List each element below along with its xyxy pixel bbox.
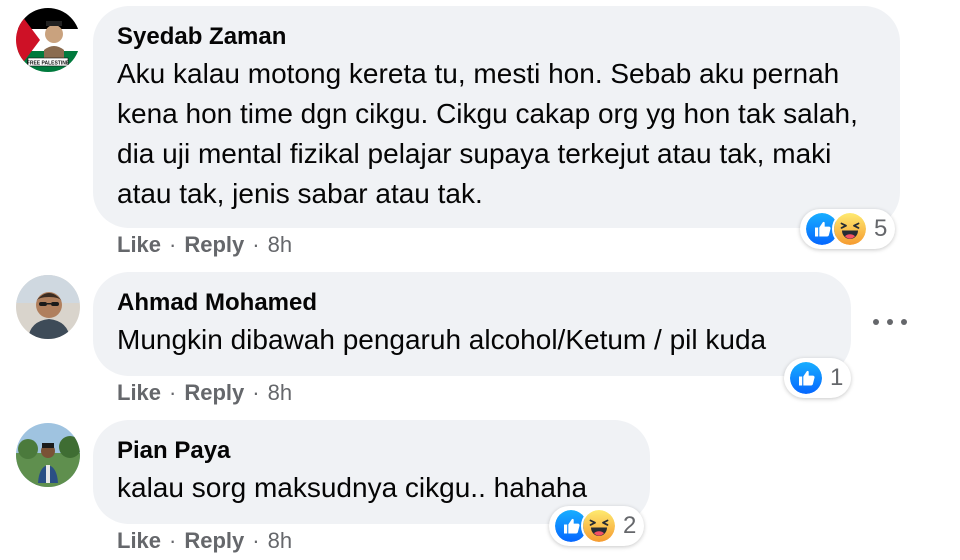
like-icon <box>788 360 824 396</box>
comment-author[interactable]: Pian Paya <box>117 436 626 466</box>
reaction-count: 5 <box>874 215 888 242</box>
reaction-count: 2 <box>623 512 637 539</box>
more-options-icon[interactable] <box>873 310 907 334</box>
reactions-summary[interactable]: 2 <box>549 506 645 546</box>
separator: · <box>169 380 177 405</box>
separator: · <box>252 232 260 257</box>
like-button[interactable]: Like <box>117 528 161 553</box>
timestamp[interactable]: 8h <box>268 232 292 257</box>
timestamp[interactable]: 8h <box>268 380 292 405</box>
comment-text: Aku kalau motong kereta tu, mesti hon. S… <box>117 58 858 209</box>
comment-author[interactable]: Ahmad Mohamed <box>117 288 827 318</box>
avatar[interactable]: FREE PALESTINE <box>16 8 80 72</box>
reactions-summary[interactable]: 5 <box>800 209 896 249</box>
comment-actions: Like · Reply · 8h <box>117 232 292 258</box>
haha-icon <box>581 508 617 544</box>
separator: · <box>169 232 177 257</box>
comment-bubble: Syedab Zaman Aku kalau motong kereta tu,… <box>93 6 900 228</box>
reply-button[interactable]: Reply <box>184 232 244 257</box>
dot <box>873 319 879 325</box>
dot <box>901 319 907 325</box>
separator: · <box>252 380 260 405</box>
timestamp[interactable]: 8h <box>268 528 292 553</box>
haha-icon <box>832 211 868 247</box>
comment-actions: Like · Reply · 8h <box>117 380 292 406</box>
comment-author[interactable]: Syedab Zaman <box>117 22 876 52</box>
comment-bubble: Ahmad Mohamed Mungkin dibawah pengaruh a… <box>93 272 851 376</box>
dot <box>887 319 893 325</box>
reaction-count: 1 <box>830 364 844 391</box>
comment-text: Mungkin dibawah pengaruh alcohol/Ketum /… <box>117 324 767 355</box>
comment-text: kalau sorg maksudnya cikgu.. hahaha <box>117 472 588 503</box>
reactions-summary[interactable]: 1 <box>784 358 852 398</box>
separator: · <box>169 528 177 553</box>
svg-text:FREE PALESTINE: FREE PALESTINE <box>27 60 70 66</box>
avatar[interactable] <box>16 275 80 339</box>
comment-actions: Like · Reply · 8h <box>117 528 292 554</box>
like-button[interactable]: Like <box>117 380 161 405</box>
reply-button[interactable]: Reply <box>184 380 244 405</box>
separator: · <box>252 528 260 553</box>
avatar[interactable] <box>16 423 80 487</box>
reply-button[interactable]: Reply <box>184 528 244 553</box>
like-button[interactable]: Like <box>117 232 161 257</box>
